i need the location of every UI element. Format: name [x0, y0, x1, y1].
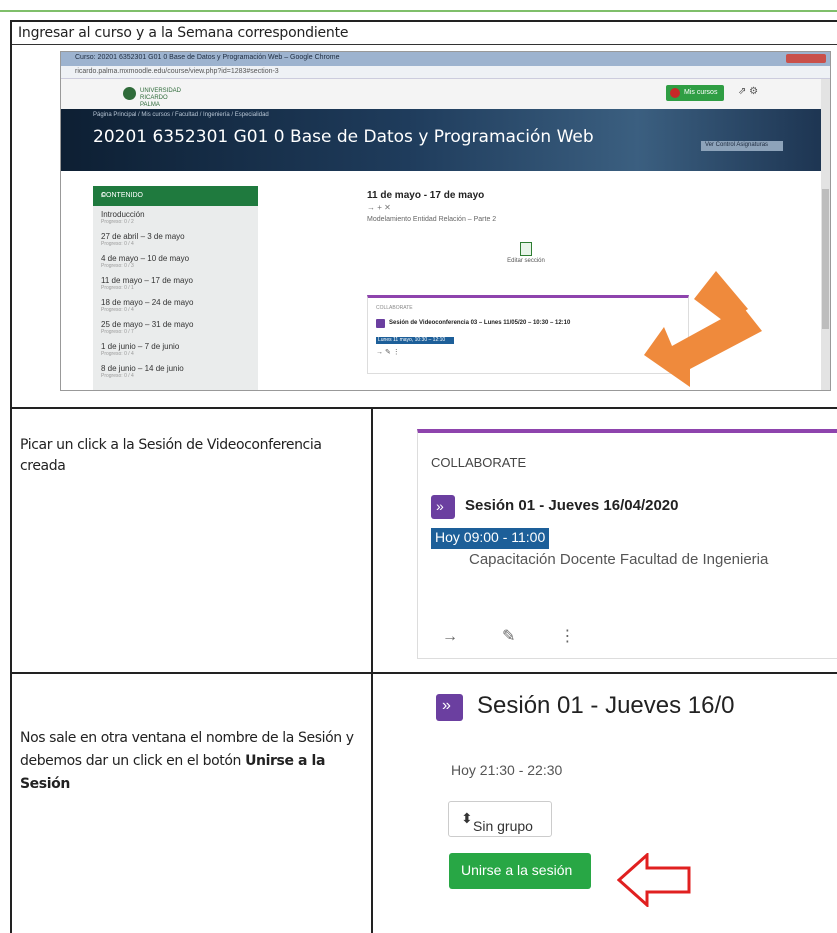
university-logo[interactable]: UNIVERSIDAD RICARDO PALMA — [123, 85, 183, 108]
collaborate-icon — [376, 319, 385, 328]
course-contents-nav: CONTENIDO ⌕ Introducción Progreso: 0 / 2 … — [93, 186, 258, 390]
logo-icon — [123, 87, 136, 100]
join-session-label: Unirse a la sesión — [461, 862, 573, 878]
my-courses-label: Mis cursos — [684, 89, 718, 96]
week-list: Introducción Progreso: 0 / 2 27 de abril … — [101, 210, 194, 386]
view-control-label: Ver Control Asignaturas — [705, 142, 769, 148]
nav-item[interactable]: 11 de mayo – 17 de mayo Progreso: 0 / 1 — [101, 276, 194, 298]
orange-arrow-icon — [644, 271, 762, 387]
card-kicker: COLLABORATE — [431, 455, 527, 470]
session-time: Hoy 21:30 - 22:30 — [451, 762, 563, 778]
nav-item-progress: Progreso: 0 / 4 — [101, 351, 134, 357]
collaborate-actions[interactable]: → ✎ ⋮ — [376, 348, 400, 356]
nav-item[interactable]: Introducción Progreso: 0 / 2 — [101, 210, 194, 232]
session-title: Sesión 01 - Jueves 16/0 — [477, 692, 735, 719]
browser-titlebar: Curso: 20201 6352301 G01 0 Base de Datos… — [61, 52, 830, 66]
collaborate-icon: » — [431, 495, 455, 519]
nav-item-label: 4 de mayo – 10 de mayo — [101, 254, 190, 263]
search-icon[interactable]: ⌕ — [101, 189, 250, 200]
user-avatar — [670, 88, 680, 98]
instruction-table: Ingresar al curso y a la Semana correspo… — [10, 20, 837, 933]
course-banner: Página Principal / Mis cursos / Facultad… — [61, 109, 830, 171]
column-divider — [371, 409, 373, 672]
nav-item[interactable]: 25 de mayo – 31 de mayo Progreso: 0 / 7 — [101, 320, 194, 342]
collaborate-time-label: Lunes 11 mayo, 10:30 – 12:10 — [378, 337, 446, 343]
week-section: 11 de mayo - 17 de mayo → + ✕ Modelamien… — [367, 190, 707, 223]
nav-item-progress: Progreso: 0 / 1 — [101, 285, 134, 291]
header-icons[interactable]: ⇗ ⚙ — [738, 86, 758, 97]
breadcrumb: Página Principal / Mis cursos / Facultad… — [93, 112, 269, 118]
session-description: Capacitación Docente Facultad de Ingenie… — [469, 551, 769, 568]
red-arrow-icon — [617, 853, 691, 907]
nav-item-label: 8 de junio – 14 de junio — [101, 364, 184, 373]
kebab-menu-icon[interactable]: ⋮ — [559, 626, 575, 646]
address-bar[interactable]: ricardo.palma.mxmoodle.edu/course/view.p… — [61, 66, 830, 79]
top-rule — [0, 10, 837, 12]
card-actions: → ✎ ⋮ — [442, 626, 619, 646]
edit-section-link[interactable]: Editar sección — [501, 242, 551, 264]
nav-item-label: Introducción — [101, 210, 145, 219]
window-controls[interactable] — [786, 54, 826, 63]
nav-item-label: 11 de mayo – 17 de mayo — [101, 276, 193, 285]
nav-item-label: 27 de abril – 3 de mayo — [101, 232, 185, 241]
view-control-button[interactable]: Ver Control Asignaturas — [701, 141, 783, 151]
week-description: Modelamiento Entidad Relación – Parte 2 — [367, 216, 497, 223]
nav-item[interactable]: 4 de mayo – 10 de mayo Progreso: 0 / 3 — [101, 254, 194, 276]
join-session-button[interactable]: Unirse a la sesión — [449, 853, 591, 889]
nav-header: CONTENIDO ⌕ — [93, 186, 258, 206]
collaborate-card[interactable]: COLLABORATE » Sesión 01 - Jueves 16/04/2… — [417, 429, 837, 659]
nav-item[interactable]: 1 de junio – 7 de junio Progreso: 0 / 4 — [101, 342, 194, 364]
collaborate-kicker: COLLABORATE — [376, 305, 413, 311]
site-header: UNIVERSIDAD RICARDO PALMA Mis cursos ⇗ ⚙ — [61, 79, 830, 109]
session-title-link[interactable]: Sesión 01 - Jueves 16/04/2020 — [465, 497, 678, 514]
row1-heading-cell: Ingresar al curso y a la Semana correspo… — [12, 22, 837, 45]
collaborate-icon: » — [436, 694, 463, 721]
column-divider — [371, 674, 373, 933]
scrollbar-thumb[interactable] — [822, 189, 829, 329]
collaborate-time: Lunes 11 mayo, 10:30 – 12:10 — [376, 337, 454, 344]
browser-tab-title: Curso: 20201 6352301 G01 0 Base de Datos… — [75, 54, 340, 61]
session-time-highlight: Hoy 09:00 - 11:00 — [431, 528, 550, 549]
row1-screenshot-cell: Curso: 20201 6352301 G01 0 Base de Datos… — [12, 45, 837, 409]
group-select[interactable]: Sin grupo ⬍ — [448, 801, 552, 837]
row3-instruction: Nos sale en otra ventana el nombre de la… — [20, 727, 365, 796]
my-courses-button[interactable]: Mis cursos — [666, 85, 724, 101]
course-title: 20201 6352301 G01 0 Base de Datos y Prog… — [93, 127, 594, 147]
collaborate-activity-mini[interactable]: COLLABORATE Sesión de Videoconferencia 0… — [367, 295, 689, 374]
group-select-value: Sin grupo ⬍ — [461, 810, 533, 834]
arrow-right-icon[interactable]: → — [442, 628, 458, 646]
page-edit-icon — [520, 242, 532, 256]
row2-instruction: Picar un click a la Sesión de Videoconfe… — [20, 437, 322, 474]
nav-item-progress: Progreso: 0 / 7 — [101, 329, 134, 335]
week-action-icons[interactable]: → + ✕ — [367, 203, 707, 212]
row3: Nos sale en otra ventana el nombre de la… — [12, 674, 837, 933]
nav-item-label: 1 de junio – 7 de junio — [101, 342, 180, 351]
row1-heading: Ingresar al curso y a la Semana correspo… — [18, 25, 349, 41]
nav-item-progress: Progreso: 0 / 4 — [101, 241, 134, 247]
nav-item-progress: Progreso: 0 / 4 — [101, 307, 134, 313]
logo-text: UNIVERSIDAD RICARDO PALMA — [140, 88, 182, 108]
nav-item-progress: Progreso: 0 / 2 — [101, 219, 134, 225]
pencil-icon[interactable]: ✎ — [502, 626, 515, 646]
nav-item[interactable]: 8 de junio – 14 de junio Progreso: 0 / 4 — [101, 364, 194, 386]
nav-item[interactable]: 18 de mayo – 24 de mayo Progreso: 0 / 4 — [101, 298, 194, 320]
gear-icon[interactable]: ⚙ — [749, 86, 758, 97]
session-time: Hoy 09:00 - 11:00 — [435, 529, 546, 545]
external-link-icon[interactable]: ⇗ — [738, 86, 746, 97]
nav-item-progress: Progreso: 0 / 4 — [101, 373, 134, 379]
address-url: ricardo.palma.mxmoodle.edu/course/view.p… — [75, 68, 279, 75]
nav-item-label: 18 de mayo – 24 de mayo — [101, 298, 194, 307]
week-title: 11 de mayo - 17 de mayo — [367, 190, 485, 201]
page-scrollbar[interactable] — [821, 79, 830, 390]
row2: Picar un click a la Sesión de Videoconfe… — [12, 409, 837, 674]
nav-item-progress: Progreso: 0 / 3 — [101, 263, 134, 269]
collaborate-title[interactable]: Sesión de Videoconferencia 03 – Lunes 11… — [389, 320, 570, 326]
nav-item[interactable]: 27 de abril – 3 de mayo Progreso: 0 / 4 — [101, 232, 194, 254]
nav-item-label: 25 de mayo – 31 de mayo — [101, 320, 194, 329]
edit-section-label: Editar sección — [507, 258, 545, 264]
